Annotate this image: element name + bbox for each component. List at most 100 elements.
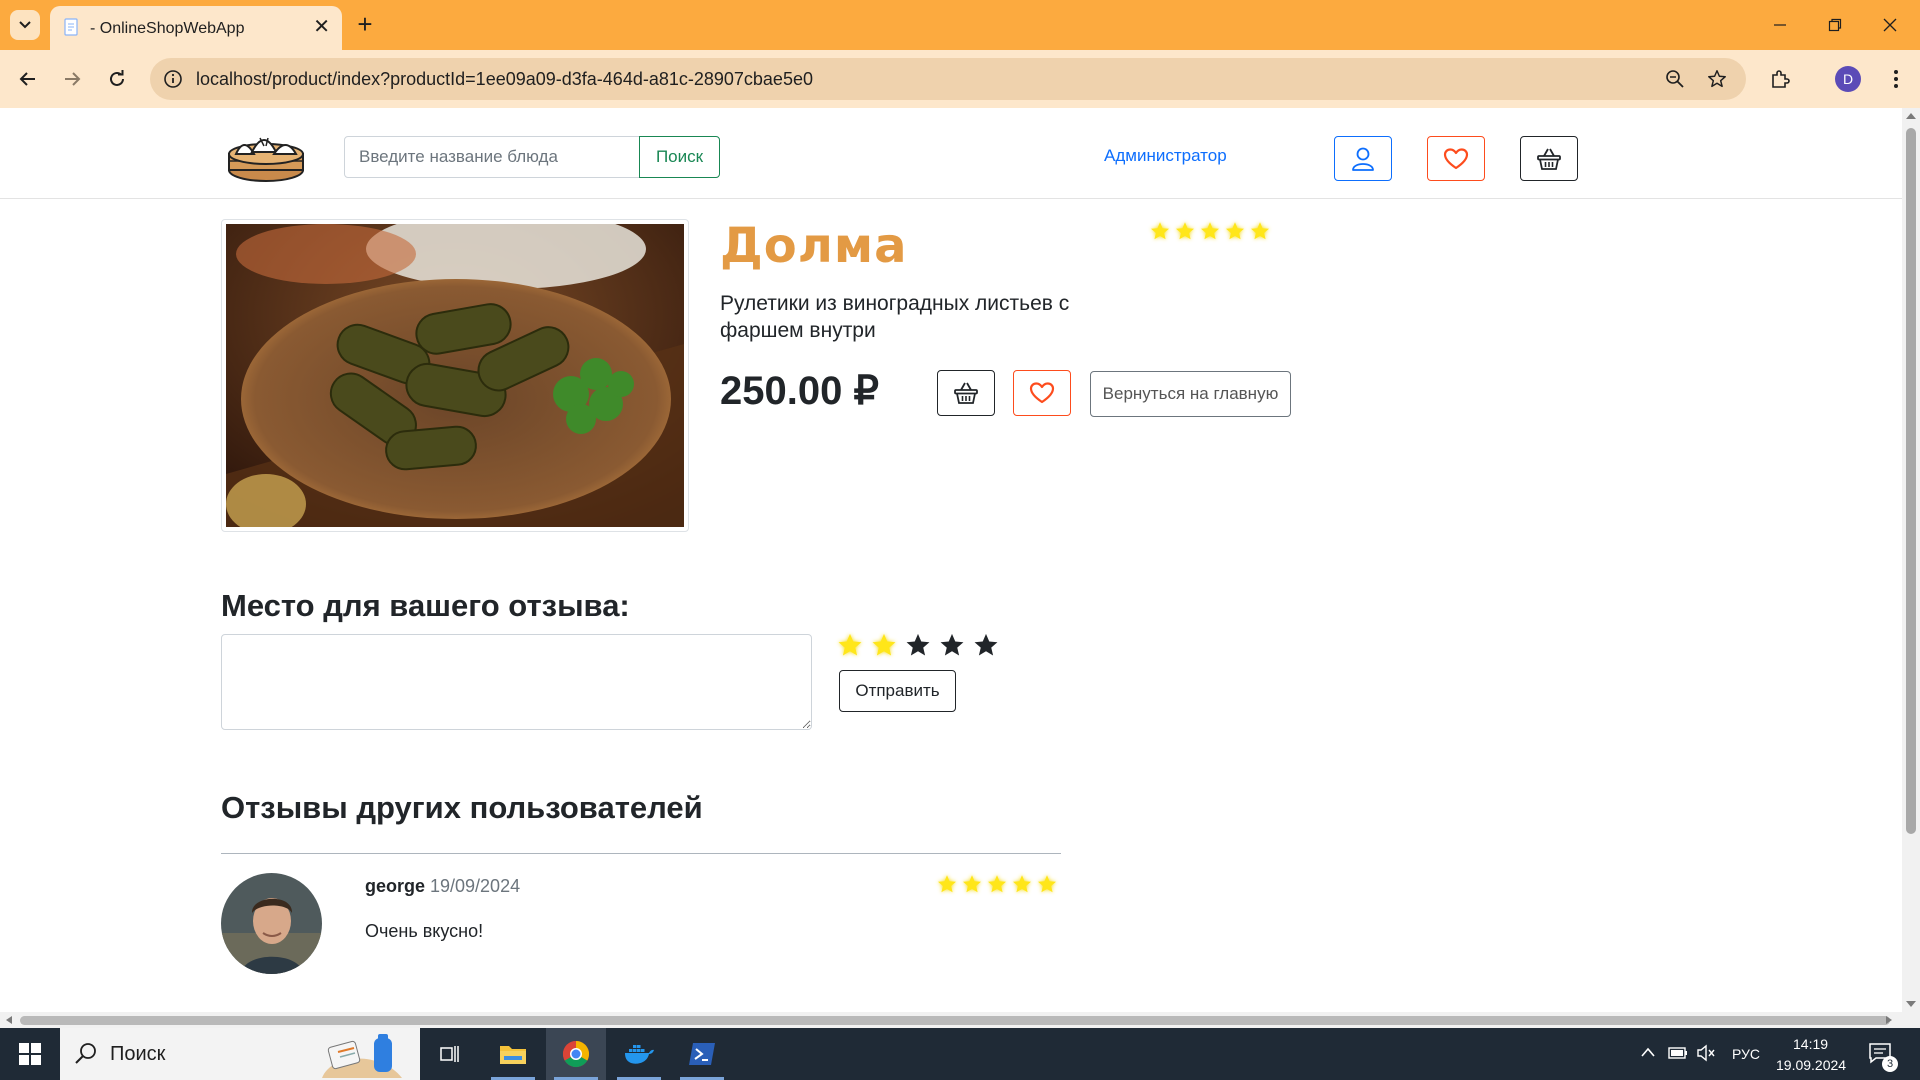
arrow-right-icon bbox=[65, 72, 81, 86]
reviewer-avatar bbox=[221, 873, 322, 974]
volume-muted-icon[interactable] bbox=[1696, 1044, 1716, 1062]
star-icon bbox=[1013, 875, 1031, 893]
tab-close-icon[interactable]: ✕ bbox=[313, 17, 330, 37]
reviewer-name: george bbox=[365, 876, 426, 896]
tab-title: - OnlineShopWebApp bbox=[90, 20, 245, 37]
page-viewport: Поиск Администратор bbox=[0, 108, 1902, 1012]
product-description: Рулетики из виноградных листьев с фаршем… bbox=[720, 292, 1070, 342]
chevron-up-icon[interactable] bbox=[1640, 1046, 1656, 1058]
clock-date[interactable]: 19.09.2024 bbox=[1776, 1057, 1846, 1073]
dumplings-logo[interactable] bbox=[226, 126, 306, 184]
search-icon bbox=[75, 1043, 96, 1064]
review-date: 19/09/2024 bbox=[430, 876, 521, 896]
star-icon bbox=[1251, 222, 1269, 240]
star-icon bbox=[1176, 222, 1194, 240]
zoom-icon[interactable] bbox=[1664, 68, 1686, 90]
puzzle-icon bbox=[1772, 70, 1790, 88]
cart-button[interactable] bbox=[1520, 136, 1578, 181]
minimize-icon bbox=[1774, 24, 1786, 26]
star-icon[interactable] bbox=[836, 631, 864, 659]
vertical-scrollbar[interactable] bbox=[1902, 108, 1920, 1012]
review-rating bbox=[936, 873, 1058, 895]
review-text: Очень вкусно! bbox=[365, 921, 484, 941]
reviews-heading: Отзывы других пользователей bbox=[221, 790, 703, 825]
heart-icon bbox=[1443, 147, 1469, 169]
site-header: Поиск Администратор bbox=[0, 108, 1902, 199]
battery-icon[interactable] bbox=[1668, 1046, 1688, 1060]
extensions-button[interactable] bbox=[1764, 63, 1796, 95]
chrome-icon bbox=[562, 1040, 590, 1068]
scroll-down-arrow[interactable] bbox=[1906, 1001, 1916, 1007]
tab-search-button[interactable] bbox=[10, 10, 40, 40]
user-icon bbox=[1352, 147, 1374, 171]
scroll-right-arrow[interactable] bbox=[1886, 1016, 1892, 1024]
review-textarea[interactable] bbox=[221, 634, 812, 730]
dish-search-input[interactable] bbox=[344, 136, 640, 178]
browser-tab[interactable]: - OnlineShopWebApp ✕ bbox=[50, 6, 342, 50]
star-icon bbox=[1226, 222, 1244, 240]
more-vertical-icon bbox=[1894, 70, 1898, 88]
restore-icon bbox=[1828, 18, 1842, 32]
star-icon[interactable] bbox=[904, 631, 932, 659]
star-icon[interactable] bbox=[870, 631, 898, 659]
url-text[interactable]: localhost/product/index?productId=1ee09a… bbox=[196, 69, 813, 90]
add-to-cart-button[interactable] bbox=[937, 370, 995, 416]
forward-nav-button[interactable] bbox=[56, 63, 88, 95]
task-view-icon bbox=[440, 1046, 459, 1062]
new-tab-button[interactable]: + bbox=[350, 10, 380, 40]
admin-link[interactable]: Администратор bbox=[1104, 146, 1227, 166]
star-icon bbox=[938, 875, 956, 893]
minimize-button[interactable] bbox=[1750, 0, 1810, 50]
notification-count-badge: 3 bbox=[1882, 1056, 1898, 1072]
product-image bbox=[226, 224, 684, 527]
windows-logo-icon bbox=[19, 1043, 41, 1065]
back-nav-button[interactable] bbox=[12, 63, 44, 95]
browser-menu-button[interactable] bbox=[1880, 63, 1912, 95]
star-icon bbox=[1038, 875, 1056, 893]
star-icon[interactable] bbox=[938, 631, 966, 659]
docker-app[interactable] bbox=[609, 1028, 669, 1080]
docker-whale-icon bbox=[625, 1045, 654, 1064]
reload-button[interactable] bbox=[101, 63, 133, 95]
product-price: 250.00 ₽ bbox=[720, 369, 879, 413]
terminal-icon bbox=[689, 1043, 715, 1065]
star-icon bbox=[963, 875, 981, 893]
restore-button[interactable] bbox=[1805, 0, 1865, 50]
arrow-left-icon bbox=[19, 72, 35, 86]
bookmark-star-icon[interactable] bbox=[1706, 68, 1728, 90]
search-button[interactable]: Поиск bbox=[639, 136, 720, 178]
chrome-app[interactable] bbox=[546, 1028, 606, 1080]
account-button[interactable] bbox=[1334, 136, 1392, 181]
language-indicator[interactable]: РУС bbox=[1732, 1046, 1760, 1062]
star-icon bbox=[1201, 222, 1219, 240]
scroll-up-arrow[interactable] bbox=[1906, 113, 1916, 119]
heart-icon bbox=[1029, 382, 1055, 404]
star-icon bbox=[1151, 222, 1169, 240]
clock-time[interactable]: 14:19 bbox=[1793, 1036, 1828, 1052]
taskbar-search-label: Поиск bbox=[110, 1043, 166, 1065]
vertical-scroll-thumb[interactable] bbox=[1906, 128, 1916, 834]
info-icon[interactable] bbox=[162, 68, 184, 90]
profile-avatar[interactable]: D bbox=[1835, 66, 1861, 92]
submit-review-button[interactable]: Отправить bbox=[839, 670, 956, 712]
start-button[interactable] bbox=[0, 1028, 60, 1080]
browser-tab-bar: - OnlineShopWebApp ✕ + bbox=[0, 0, 1920, 50]
task-view-button[interactable] bbox=[420, 1028, 480, 1080]
folder-icon bbox=[500, 1046, 526, 1064]
close-window-button[interactable] bbox=[1860, 0, 1920, 50]
scroll-left-arrow[interactable] bbox=[6, 1016, 12, 1024]
back-to-home-button[interactable]: Вернуться на главную bbox=[1090, 371, 1291, 417]
star-icon bbox=[988, 875, 1006, 893]
file-explorer-app[interactable] bbox=[483, 1028, 543, 1080]
search-highlight-illustration bbox=[322, 1034, 402, 1078]
product-title: Долма bbox=[720, 218, 908, 274]
taskbar-search[interactable]: Поиск bbox=[60, 1028, 420, 1080]
powershell-app[interactable] bbox=[672, 1028, 732, 1080]
page-icon bbox=[64, 18, 78, 36]
star-icon[interactable] bbox=[972, 631, 1000, 659]
address-bar[interactable]: localhost/product/index?productId=1ee09a… bbox=[150, 58, 1746, 100]
add-to-favorites-button[interactable] bbox=[1013, 370, 1071, 416]
favorites-button[interactable] bbox=[1427, 136, 1485, 181]
horizontal-scroll-thumb[interactable] bbox=[20, 1016, 1890, 1025]
horizontal-scrollbar[interactable] bbox=[0, 1012, 1920, 1028]
